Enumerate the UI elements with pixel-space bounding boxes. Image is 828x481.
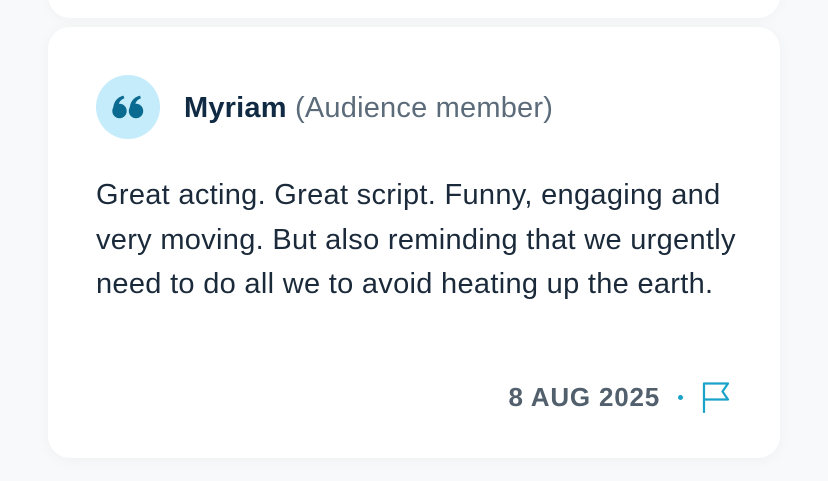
review-date: 8 AUG 2025 <box>508 381 660 412</box>
author-name: Myriam <box>184 92 287 124</box>
review-author: Myriam (Audience member) <box>184 91 553 125</box>
previous-review-card <box>48 0 780 18</box>
flag-icon <box>702 382 730 413</box>
review-footer: 8 AUG 2025 <box>508 379 732 415</box>
reviewer-avatar <box>96 75 160 139</box>
review-card: Myriam (Audience member) Great acting. G… <box>48 27 780 458</box>
author-role: (Audience member) <box>295 92 554 124</box>
quote-icon <box>112 95 144 119</box>
review-text: Great acting. Great script. Funny, engag… <box>96 179 736 301</box>
separator-dot <box>678 394 683 400</box>
report-review-button[interactable] <box>700 380 732 414</box>
